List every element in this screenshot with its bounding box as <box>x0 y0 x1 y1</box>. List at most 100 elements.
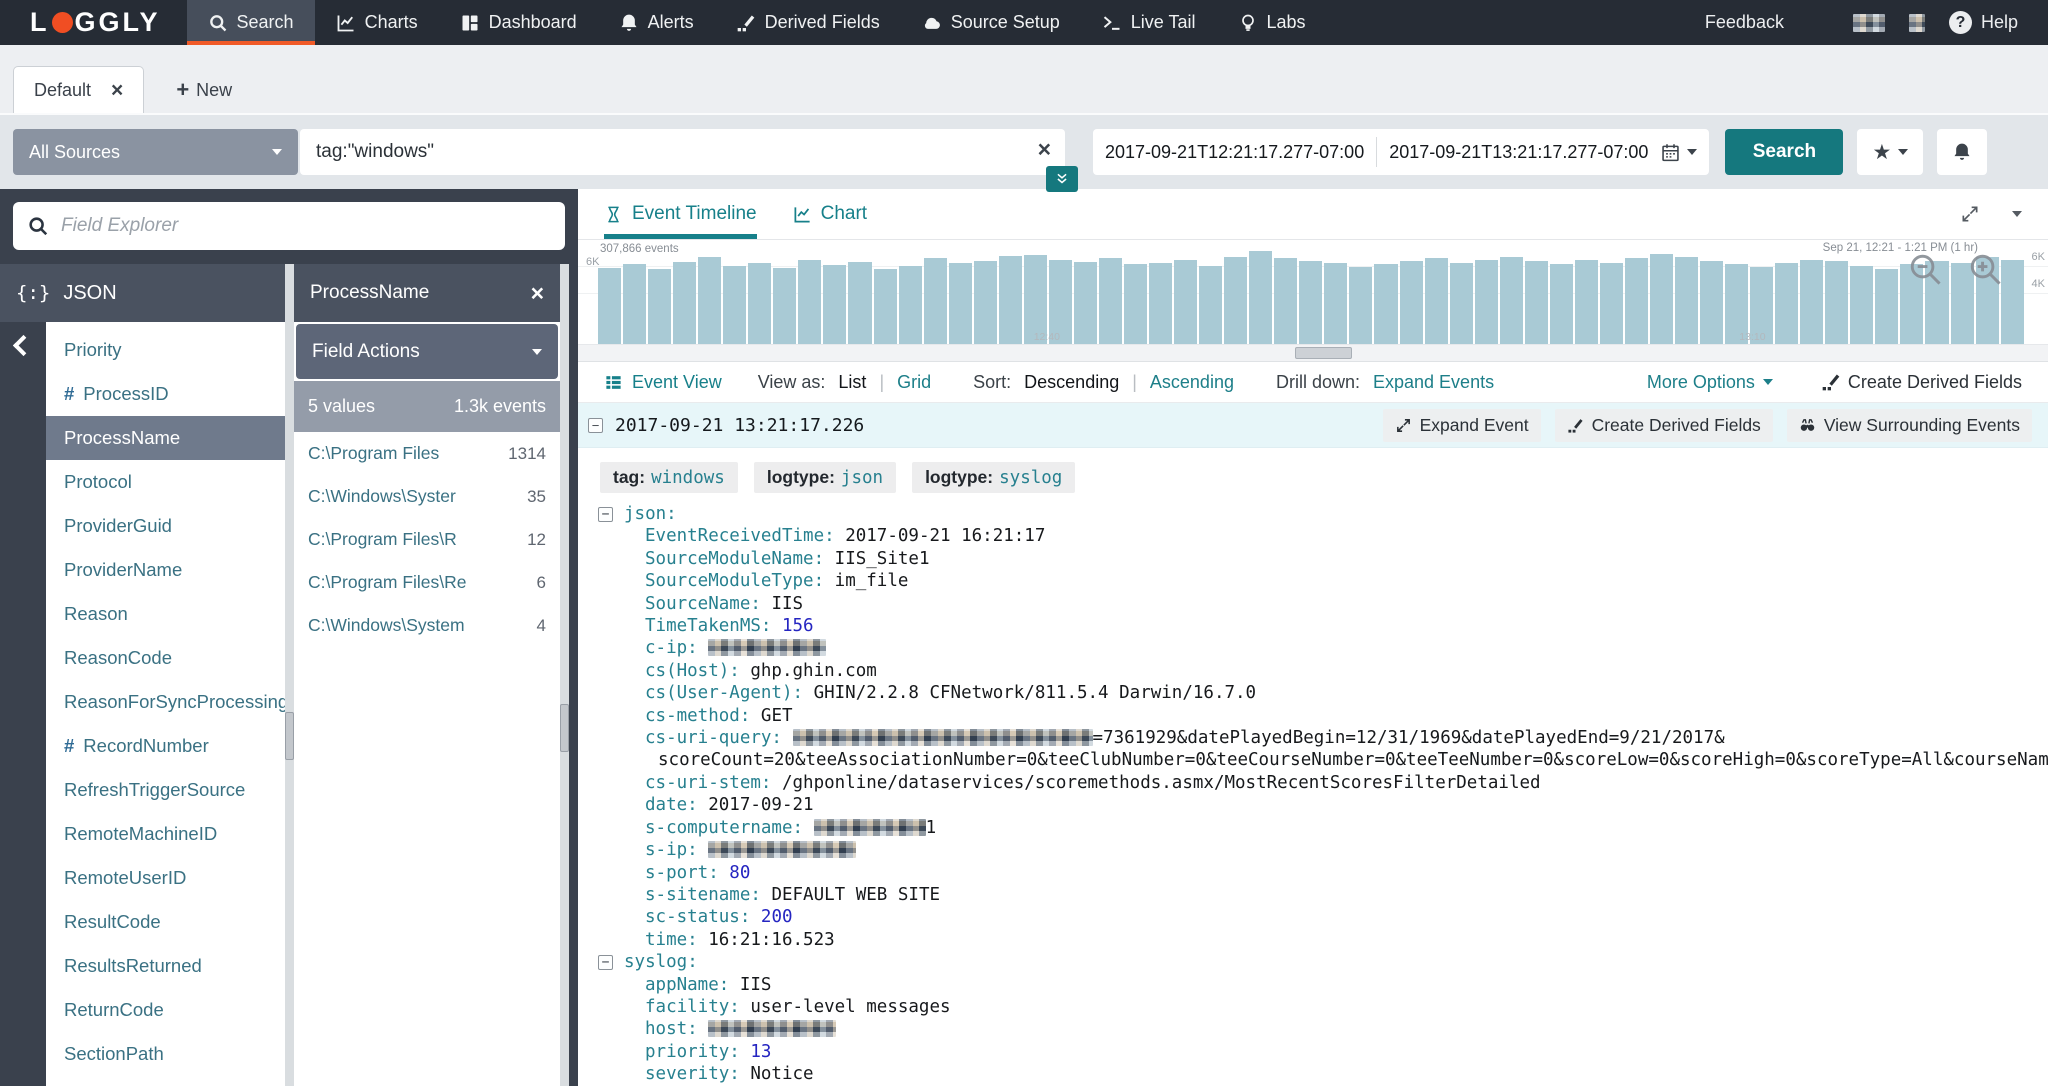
saved-searches-button[interactable]: ★ <box>1857 129 1924 175</box>
histogram-bar[interactable] <box>1149 262 1173 344</box>
histogram-bar[interactable] <box>623 263 647 344</box>
scrollbar-thumb[interactable] <box>560 704 569 752</box>
histogram-bar[interactable] <box>923 258 947 344</box>
field-row-processid[interactable]: # ProcessID <box>46 372 285 416</box>
nav-item-dashboard[interactable]: Dashboard <box>439 0 598 45</box>
histogram-bar[interactable] <box>1599 262 1623 344</box>
histogram-bar[interactable] <box>998 256 1022 344</box>
field-row-reason[interactable]: Reason <box>46 592 285 636</box>
histogram-bar[interactable] <box>1800 259 1824 344</box>
collapse-section-icon[interactable]: − <box>598 506 613 522</box>
field-row-resultsreturned[interactable]: ResultsReturned <box>46 944 285 988</box>
value-row[interactable]: C:\Windows\Syster 35 <box>294 475 560 518</box>
field-row-providerguid[interactable]: ProviderGuid <box>46 504 285 548</box>
histogram-bar[interactable] <box>1349 266 1373 344</box>
help-link[interactable]: ? Help <box>1948 11 2018 34</box>
histogram-bar[interactable] <box>1675 256 1699 344</box>
view-surrounding-events-button[interactable]: View Surrounding Events <box>1786 408 2032 442</box>
histogram-bar[interactable] <box>873 268 897 344</box>
nav-item-labs[interactable]: Labs <box>1217 0 1327 45</box>
field-actions-dropdown[interactable]: Field Actions <box>296 324 558 379</box>
field-row-recordnumber[interactable]: # RecordNumber <box>46 724 285 768</box>
scrollbar-thumb[interactable] <box>285 712 294 760</box>
histogram-bar[interactable] <box>723 266 747 344</box>
histogram-bar[interactable] <box>848 261 872 344</box>
field-row-returncode[interactable]: ReturnCode <box>46 988 285 1032</box>
histogram-bar[interactable] <box>898 265 922 344</box>
zoom-out-icon[interactable] <box>1908 252 1942 286</box>
field-row-reasoncode[interactable]: ReasonCode <box>46 636 285 680</box>
user-icon[interactable] <box>1808 12 1829 33</box>
collapse-section-icon[interactable]: − <box>598 954 613 970</box>
collapse-sidebar-icon[interactable] <box>12 334 34 357</box>
nav-item-search[interactable]: Search <box>186 0 315 45</box>
histogram-bar[interactable] <box>823 264 847 344</box>
new-tab-button[interactable]: + New <box>176 67 232 113</box>
histogram-bar[interactable] <box>2000 260 2024 344</box>
date-to[interactable]: 2017-09-21T13:21:17.277-07:00 <box>1389 142 1648 163</box>
search-button[interactable]: Search <box>1725 129 1844 175</box>
histogram-bar[interactable] <box>1825 261 1849 344</box>
histogram-bar[interactable] <box>1324 263 1348 344</box>
histogram-bar[interactable] <box>798 259 822 344</box>
tab-chart[interactable]: Chart <box>793 189 867 239</box>
tag-chip-logtype-syslog[interactable]: logtype: syslog <box>912 462 1076 493</box>
histogram-bar[interactable] <box>973 261 997 344</box>
event-row-header[interactable]: − 2017-09-21 13:21:17.226 Expand Event C… <box>578 403 2048 448</box>
histogram-bar[interactable] <box>1474 260 1498 344</box>
field-row-providername[interactable]: ProviderName <box>46 548 285 592</box>
histogram-bar[interactable] <box>673 261 697 344</box>
collapse-search-bar-button[interactable] <box>1046 166 1078 192</box>
histogram-bar[interactable] <box>1850 265 1874 344</box>
value-row[interactable]: C:\Program Files\Re 6 <box>294 561 560 604</box>
field-row-processname[interactable]: ProcessName <box>46 416 285 460</box>
nav-item-alerts[interactable]: Alerts <box>598 0 715 45</box>
field-row-protocol[interactable]: Protocol <box>46 460 285 504</box>
field-row-remotemachineid[interactable]: RemoteMachineID <box>46 812 285 856</box>
histogram-bar[interactable] <box>1073 261 1097 344</box>
alert-bell-button[interactable] <box>1937 129 1988 175</box>
sort-descending-button[interactable]: Descending <box>1024 372 1119 393</box>
expand-events-button[interactable]: Expand Events <box>1373 372 1494 393</box>
field-row-remoteuserid[interactable]: RemoteUserID <box>46 856 285 900</box>
histogram-bar[interactable] <box>1299 260 1323 344</box>
create-derived-fields-event-button[interactable]: Create Derived Fields <box>1554 408 1773 442</box>
histogram-bar[interactable] <box>1249 250 1273 344</box>
histogram-bar[interactable] <box>1424 258 1448 344</box>
sort-ascending-button[interactable]: Ascending <box>1150 372 1234 393</box>
date-from[interactable]: 2017-09-21T12:21:17.277-07:00 <box>1105 142 1364 163</box>
histogram-bar[interactable] <box>1775 263 1799 344</box>
field-row-resultcode[interactable]: ResultCode <box>46 900 285 944</box>
field-row-sectionpath[interactable]: SectionPath <box>46 1032 285 1076</box>
histogram-bar[interactable] <box>1449 262 1473 344</box>
nav-item-derived-fields[interactable]: Derived Fields <box>715 0 901 45</box>
histogram-bar[interactable] <box>648 268 672 344</box>
expand-event-button[interactable]: Expand Event <box>1382 408 1541 442</box>
histogram-bar[interactable] <box>748 262 772 344</box>
tab-event-timeline[interactable]: Event Timeline <box>604 189 757 239</box>
histogram-bar[interactable] <box>1274 257 1298 344</box>
histogram-bar[interactable] <box>1624 258 1648 344</box>
histogram-bar[interactable] <box>598 267 622 344</box>
loggly-logo[interactable]: L GGLY <box>0 0 187 45</box>
field-row-refreshtriggersource[interactable]: RefreshTriggerSource <box>46 768 285 812</box>
zoom-in-icon[interactable] <box>1968 252 2002 286</box>
histogram-bar[interactable] <box>1649 253 1674 344</box>
histogram-bar[interactable] <box>1174 260 1198 344</box>
tag-chip-tag-windows[interactable]: tag: windows <box>600 462 738 493</box>
histogram-bar[interactable] <box>1224 257 1248 344</box>
field-explorer-input[interactable] <box>59 214 551 238</box>
view-list-button[interactable]: List <box>838 372 866 393</box>
histogram-bar[interactable] <box>1374 264 1398 344</box>
json-group-header[interactable]: {:} JSON <box>0 264 285 322</box>
value-row[interactable]: C:\Program Files\R 12 <box>294 518 560 561</box>
histogram-bar[interactable] <box>1123 264 1148 344</box>
field-row-reasonforsyncprocessing[interactable]: ReasonForSyncProcessing <box>46 680 285 724</box>
close-tab-icon[interactable]: × <box>111 80 123 101</box>
histogram-bar[interactable] <box>948 263 972 344</box>
histogram-bar[interactable] <box>1524 261 1548 344</box>
date-range-field[interactable]: 2017-09-21T12:21:17.277-07:00 2017-09-21… <box>1093 129 1710 175</box>
clear-search-icon[interactable]: × <box>1038 136 1051 163</box>
histogram-bar[interactable] <box>1700 261 1724 344</box>
collapse-event-icon[interactable]: − <box>588 417 603 433</box>
